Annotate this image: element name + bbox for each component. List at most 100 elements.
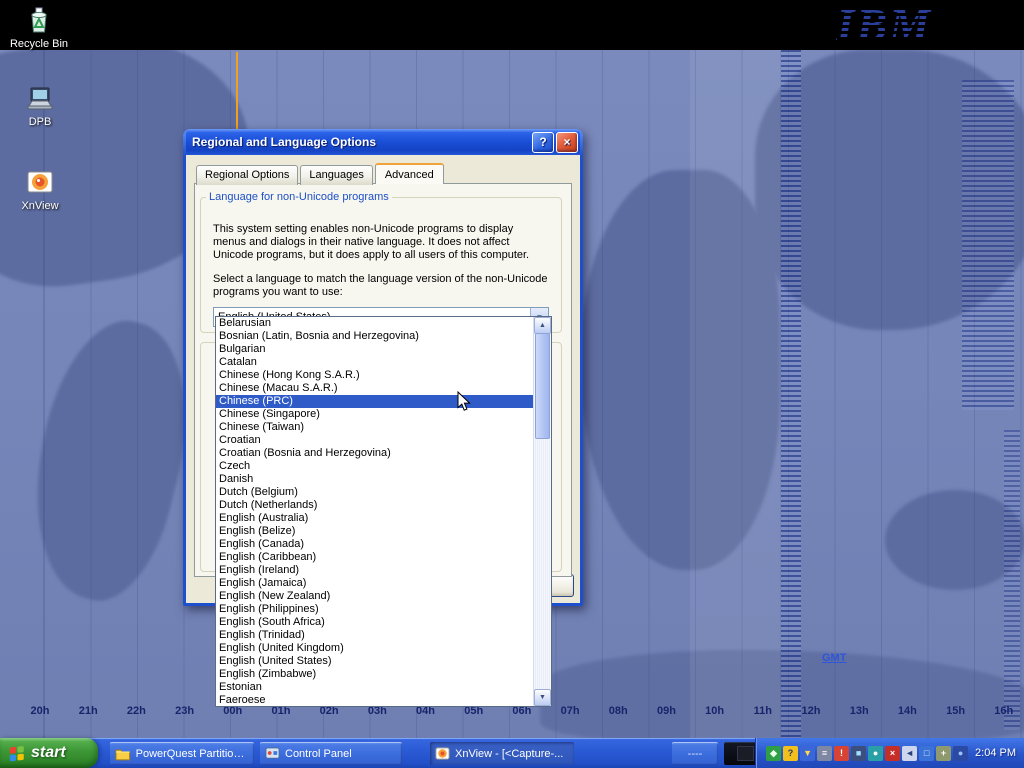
dropdown-item[interactable]: English (Ireland): [216, 564, 534, 577]
alert-tray-icon[interactable]: !: [834, 746, 849, 761]
hour-label: 23h: [169, 705, 201, 717]
dropdown-item[interactable]: Chinese (Macau S.A.R.): [216, 382, 534, 395]
dropdown-item[interactable]: Croatian: [216, 434, 534, 447]
desktop-icon-label: Recycle Bin: [8, 38, 70, 50]
dropdown-item[interactable]: English (United States): [216, 655, 534, 668]
error-tray-icon[interactable]: ×: [885, 746, 900, 761]
hour-label: 15h: [940, 705, 972, 717]
hour-label: 13h: [843, 705, 875, 717]
dropdown-item[interactable]: Croatian (Bosnia and Herzegovina): [216, 447, 534, 460]
dialog-titlebar[interactable]: Regional and Language Options ? ×: [186, 129, 580, 155]
dropdown-item[interactable]: Faeroese: [216, 694, 534, 706]
network-tray-icon[interactable]: □: [919, 746, 934, 761]
windows-logo-icon: [8, 744, 26, 762]
xnview-icon: [24, 166, 56, 198]
hour-label: 22h: [120, 705, 152, 717]
desktop-icon-recycle-bin[interactable]: Recycle Bin: [8, 4, 70, 50]
dropdown-item[interactable]: Catalan: [216, 356, 534, 369]
dropdown-item[interactable]: Bulgarian: [216, 343, 534, 356]
taskbar-button-label: XnView - [<Capture-...: [455, 748, 563, 760]
tray-icons: ◆?▼≡!■●×◄□+●: [766, 746, 968, 761]
taskbar-button-label: PowerQuest Partition...: [136, 748, 246, 760]
dropdown-item[interactable]: English (Philippines): [216, 603, 534, 616]
scroll-up-button[interactable]: ▲: [534, 317, 551, 334]
hatch-band: [1004, 430, 1020, 730]
dropdown-item[interactable]: Chinese (Singapore): [216, 408, 534, 421]
desktop-icon-dpb[interactable]: DPB: [9, 82, 71, 128]
group-instruction: Select a language to match the language …: [213, 273, 557, 299]
hour-label: 20h: [24, 705, 56, 717]
hour-label: 09h: [650, 705, 682, 717]
desktop-icon-xnview[interactable]: XnView: [9, 166, 71, 212]
dropdown-item[interactable]: Chinese (Hong Kong S.A.R.): [216, 369, 534, 382]
desktop-icon-label: XnView: [9, 200, 71, 212]
update-tray-icon[interactable]: ▼: [800, 746, 815, 761]
wallpaper-top-strip: IBM: [0, 0, 1024, 50]
dropdown-item[interactable]: Chinese (Taiwan): [216, 421, 534, 434]
help-button[interactable]: ?: [532, 132, 554, 153]
volume-tray-icon[interactable]: ◄: [902, 746, 917, 761]
dropdown-item[interactable]: Danish: [216, 473, 534, 486]
dropdown-item[interactable]: Bosnian (Latin, Bosnia and Herzegovina): [216, 330, 534, 343]
hour-label: 16h: [988, 705, 1020, 717]
non-unicode-group: Language for non-Unicode programs This s…: [200, 191, 562, 333]
close-button[interactable]: ×: [556, 132, 578, 153]
hour-label: 21h: [72, 705, 104, 717]
dropdown-item[interactable]: English (Zimbabwe): [216, 668, 534, 681]
scrollbar-thumb[interactable]: [535, 333, 550, 439]
messenger-tray-icon[interactable]: ●: [868, 746, 883, 761]
hour-label: 11h: [747, 705, 779, 717]
dropdown-scrollbar[interactable]: ▲ ▼: [533, 317, 551, 706]
taskbar-clock: 2:04 PM: [975, 747, 1016, 759]
hour-label: 14h: [891, 705, 923, 717]
tab-languages[interactable]: Languages: [300, 165, 372, 185]
scroll-down-button[interactable]: ▼: [534, 689, 551, 706]
start-button[interactable]: start: [0, 738, 98, 768]
taskbar-button-untitled[interactable]: ----: [672, 742, 718, 765]
desktop: GMT 20h21h22h23h00h01h02h03h04h05h06h07h…: [0, 0, 1024, 768]
security-alert-tray-icon[interactable]: ?: [783, 746, 798, 761]
tab-regional-options[interactable]: Regional Options: [196, 165, 298, 185]
start-label: start: [31, 744, 66, 762]
dropdown-item[interactable]: English (South Africa): [216, 616, 534, 629]
tab-advanced[interactable]: Advanced: [375, 163, 444, 184]
gmt-label: GMT: [822, 652, 846, 664]
taskbar-button-xnview[interactable]: XnView - [<Capture-...: [430, 742, 574, 765]
dropdown-item[interactable]: English (United Kingdom): [216, 642, 534, 655]
timezone-band: [690, 50, 780, 738]
taskbar-button-powerquest[interactable]: PowerQuest Partition...: [110, 742, 254, 765]
partition-tool-tray-icon[interactable]: ◆: [766, 746, 781, 761]
xnview-small-icon: [435, 746, 450, 761]
ibm-logo-stripes: [837, 0, 932, 50]
dropdown-item[interactable]: Dutch (Netherlands): [216, 499, 534, 512]
desktop-icon-label: DPB: [9, 116, 71, 128]
group-description: This system setting enables non-Unicode …: [213, 223, 547, 262]
utility-tray-icon[interactable]: ■: [851, 746, 866, 761]
dropdown-item[interactable]: Czech: [216, 460, 534, 473]
ibm-logo: IBM: [837, 0, 932, 50]
dialog-title: Regional and Language Options: [192, 135, 530, 149]
hatch-band: [962, 80, 1014, 410]
dropdown-item[interactable]: English (Jamaica): [216, 577, 534, 590]
mouse-cursor: [457, 391, 472, 418]
dropdown-item[interactable]: English (Caribbean): [216, 551, 534, 564]
dropdown-item[interactable]: Dutch (Belgium): [216, 486, 534, 499]
dropdown-item[interactable]: English (Belize): [216, 525, 534, 538]
current-time-marker: [236, 52, 238, 130]
taskbar-button-control-panel[interactable]: Control Panel: [260, 742, 402, 765]
hatch-band: [781, 50, 801, 738]
dropdown-item[interactable]: English (Australia): [216, 512, 534, 525]
tab-strip: Regional Options Languages Advanced: [196, 163, 446, 183]
recycle-bin-icon: [23, 4, 55, 36]
dropdown-item[interactable]: English (Canada): [216, 538, 534, 551]
power-tray-icon[interactable]: +: [936, 746, 951, 761]
dropdown-item[interactable]: English (Trinidad): [216, 629, 534, 642]
hour-label: 07h: [554, 705, 586, 717]
display-tray-icon[interactable]: ≡: [817, 746, 832, 761]
dropdown-item[interactable]: English (New Zealand): [216, 590, 534, 603]
taskbar: start PowerQuest Partition... Control Pa…: [0, 738, 1024, 768]
dropdown-item[interactable]: Belarusian: [216, 317, 534, 330]
dropdown-item[interactable]: Chinese (PRC): [216, 395, 534, 408]
dropdown-item[interactable]: Estonian: [216, 681, 534, 694]
scheduler-tray-icon[interactable]: ●: [953, 746, 968, 761]
